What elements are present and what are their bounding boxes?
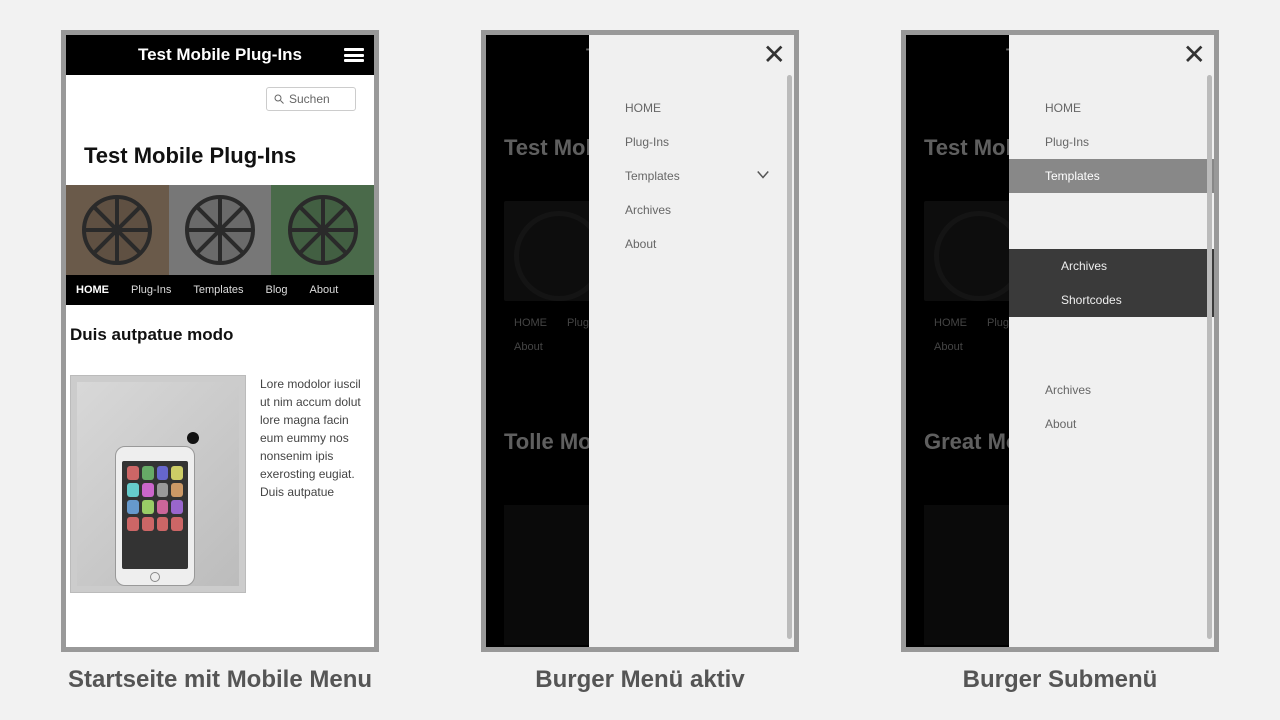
phone-startseite: Test Mobile Plug-Ins Suchen Test Mobile …	[61, 30, 379, 652]
main-nav: HOME Plug-Ins Templates Blog About	[66, 275, 374, 305]
caption-2: Burger Menü aktiv	[535, 666, 744, 694]
search-placeholder: Suchen	[289, 92, 330, 106]
caption-3: Burger Submenü	[963, 666, 1158, 694]
chevron-down-icon[interactable]	[754, 166, 772, 187]
menu-item-templates[interactable]: Templates	[589, 159, 794, 193]
submenu-item-archives[interactable]: Archives	[1009, 249, 1214, 283]
close-icon[interactable]: ✕	[1183, 41, 1206, 69]
phone-menu-open: Test Mobil Test Mobil HOME Plug-In About…	[481, 30, 799, 652]
menu-item-about[interactable]: About	[589, 227, 794, 261]
post-excerpt: Lore modolor iuscil ut nim accum dolut l…	[260, 375, 370, 593]
menu-item-plugins[interactable]: Plug-Ins	[589, 125, 794, 159]
page-title: Test Mobile Plug-Ins	[84, 111, 356, 169]
post-image	[70, 375, 246, 593]
menu-item-plugins[interactable]: Plug-Ins	[1009, 125, 1214, 159]
search-icon	[273, 93, 285, 105]
caption-1: Startseite mit Mobile Menu	[68, 666, 372, 694]
menu-item-about[interactable]: About	[1009, 407, 1214, 441]
menu-item-templates[interactable]: Templates	[1009, 159, 1214, 193]
submenu-item-shortcodes[interactable]: Shortcodes	[1009, 283, 1214, 317]
hero-image	[66, 185, 374, 275]
slide-menu: ✕ HOME Plug-Ins Templates Archives Short…	[1009, 35, 1214, 647]
menu-item-home[interactable]: HOME	[589, 91, 794, 125]
nav-item-templates[interactable]: Templates	[193, 284, 243, 296]
post-title: Duis autpatue modo	[70, 325, 370, 345]
menu-item-archives[interactable]: Archives	[589, 193, 794, 227]
search-input[interactable]: Suchen	[266, 87, 356, 111]
slide-menu: ✕ HOME Plug-Ins Templates Archives About	[589, 35, 794, 647]
scrollbar[interactable]	[787, 75, 792, 639]
nav-item-about[interactable]: About	[310, 284, 339, 296]
submenu-templates: Archives Shortcodes	[1009, 249, 1214, 317]
menu-item-home[interactable]: HOME	[1009, 91, 1214, 125]
nav-item-home[interactable]: HOME	[76, 284, 109, 296]
scrollbar[interactable]	[1207, 75, 1212, 639]
header-title: Test Mobile Plug-Ins	[138, 45, 302, 65]
phone-submenu-open: Test Mobi Test Mobi HOME Plug-In About G…	[901, 30, 1219, 652]
hamburger-icon[interactable]	[344, 48, 364, 62]
close-icon[interactable]: ✕	[763, 41, 786, 69]
mobile-header: Test Mobile Plug-Ins	[66, 35, 374, 75]
nav-item-blog[interactable]: Blog	[266, 284, 288, 296]
nav-item-plugins[interactable]: Plug-Ins	[131, 284, 171, 296]
menu-item-templates-label: Templates	[625, 169, 680, 183]
menu-item-archives[interactable]: Archives	[1009, 373, 1214, 407]
